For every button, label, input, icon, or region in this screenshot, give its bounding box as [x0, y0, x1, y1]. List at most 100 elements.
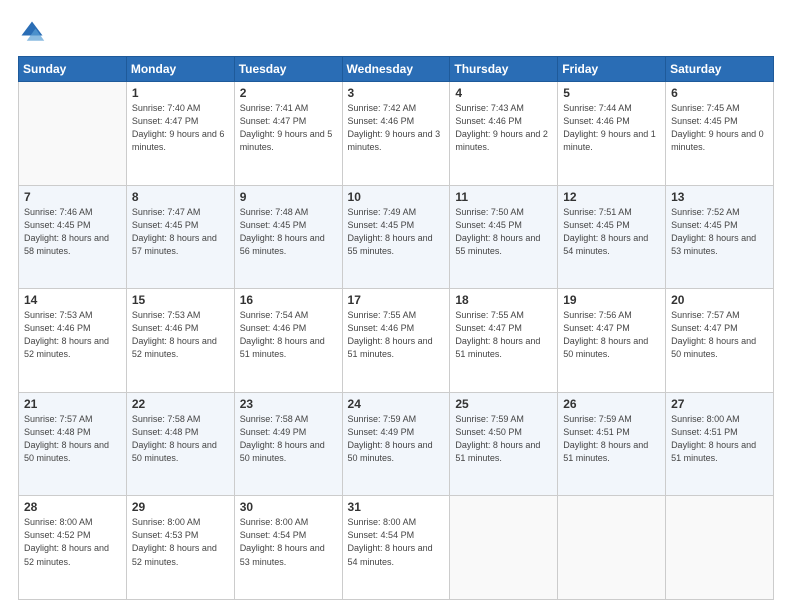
- day-number: 14: [24, 293, 121, 307]
- day-info: Sunrise: 8:00 AMSunset: 4:51 PMDaylight:…: [671, 413, 768, 465]
- day-info: Sunrise: 7:57 AMSunset: 4:47 PMDaylight:…: [671, 309, 768, 361]
- day-info: Sunrise: 7:43 AMSunset: 4:46 PMDaylight:…: [455, 102, 552, 154]
- calendar: SundayMondayTuesdayWednesdayThursdayFrid…: [18, 56, 774, 600]
- calendar-cell: 3 Sunrise: 7:42 AMSunset: 4:46 PMDaylight…: [342, 82, 450, 186]
- calendar-cell: 19 Sunrise: 7:56 AMSunset: 4:47 PMDayligh…: [558, 289, 666, 393]
- day-info: Sunrise: 7:59 AMSunset: 4:51 PMDaylight:…: [563, 413, 660, 465]
- day-number: 13: [671, 190, 768, 204]
- calendar-cell: 25 Sunrise: 7:59 AMSunset: 4:50 PMDayligh…: [450, 392, 558, 496]
- calendar-cell: 29Sunrise: 8:00 AMSunset: 4:53 PMDayligh…: [126, 496, 234, 600]
- calendar-cell: [450, 496, 558, 600]
- day-info: Sunrise: 7:49 AMSunset: 4:45 PMDaylight:…: [348, 206, 445, 258]
- calendar-header-monday: Monday: [126, 57, 234, 82]
- day-info: Sunrise: 7:47 AMSunset: 4:45 PMDaylight:…: [132, 206, 229, 258]
- calendar-cell: 10 Sunrise: 7:49 AMSunset: 4:45 PMDayligh…: [342, 185, 450, 289]
- calendar-cell: 14 Sunrise: 7:53 AMSunset: 4:46 PMDayligh…: [19, 289, 127, 393]
- calendar-cell: 22 Sunrise: 7:58 AMSunset: 4:48 PMDayligh…: [126, 392, 234, 496]
- calendar-cell: 6 Sunrise: 7:45 AMSunset: 4:45 PMDaylight…: [666, 82, 774, 186]
- day-number: 10: [348, 190, 445, 204]
- calendar-cell: 13 Sunrise: 7:52 AMSunset: 4:45 PMDayligh…: [666, 185, 774, 289]
- day-info: Sunrise: 7:55 AMSunset: 4:47 PMDaylight:…: [455, 309, 552, 361]
- day-info: Sunrise: 7:55 AMSunset: 4:46 PMDaylight:…: [348, 309, 445, 361]
- day-info: Sunrise: 8:00 AMSunset: 4:52 PMDaylight:…: [24, 516, 121, 568]
- day-info: Sunrise: 7:48 AMSunset: 4:45 PMDaylight:…: [240, 206, 337, 258]
- day-info: Sunrise: 7:45 AMSunset: 4:45 PMDaylight:…: [671, 102, 768, 154]
- day-number: 3: [348, 86, 445, 100]
- calendar-cell: 24 Sunrise: 7:59 AMSunset: 4:49 PMDayligh…: [342, 392, 450, 496]
- calendar-header-friday: Friday: [558, 57, 666, 82]
- day-info: Sunrise: 7:58 AMSunset: 4:48 PMDaylight:…: [132, 413, 229, 465]
- calendar-cell: 8Sunrise: 7:47 AMSunset: 4:45 PMDaylight…: [126, 185, 234, 289]
- day-number: 4: [455, 86, 552, 100]
- calendar-cell: 20 Sunrise: 7:57 AMSunset: 4:47 PMDayligh…: [666, 289, 774, 393]
- header: [18, 18, 774, 46]
- calendar-cell: 17 Sunrise: 7:55 AMSunset: 4:46 PMDayligh…: [342, 289, 450, 393]
- page: SundayMondayTuesdayWednesdayThursdayFrid…: [0, 0, 792, 612]
- day-number: 2: [240, 86, 337, 100]
- day-number: 16: [240, 293, 337, 307]
- day-info: Sunrise: 7:46 AMSunset: 4:45 PMDaylight:…: [24, 206, 121, 258]
- day-number: 28: [24, 500, 121, 514]
- day-number: 23: [240, 397, 337, 411]
- logo-icon: [18, 18, 46, 46]
- day-info: Sunrise: 7:52 AMSunset: 4:45 PMDaylight:…: [671, 206, 768, 258]
- day-number: 30: [240, 500, 337, 514]
- day-info: Sunrise: 7:59 AMSunset: 4:50 PMDaylight:…: [455, 413, 552, 465]
- calendar-cell: 2Sunrise: 7:41 AMSunset: 4:47 PMDaylight…: [234, 82, 342, 186]
- calendar-cell: 27Sunrise: 8:00 AMSunset: 4:51 PMDayligh…: [666, 392, 774, 496]
- day-number: 15: [132, 293, 229, 307]
- calendar-cell: 30 Sunrise: 8:00 AMSunset: 4:54 PMDayligh…: [234, 496, 342, 600]
- logo: [18, 18, 50, 46]
- calendar-cell: 12 Sunrise: 7:51 AMSunset: 4:45 PMDayligh…: [558, 185, 666, 289]
- calendar-header-wednesday: Wednesday: [342, 57, 450, 82]
- day-number: 31: [348, 500, 445, 514]
- day-info: Sunrise: 7:44 AMSunset: 4:46 PMDaylight:…: [563, 102, 660, 154]
- day-number: 1: [132, 86, 229, 100]
- calendar-cell: [558, 496, 666, 600]
- day-number: 18: [455, 293, 552, 307]
- day-info: Sunrise: 7:54 AMSunset: 4:46 PMDaylight:…: [240, 309, 337, 361]
- calendar-cell: 31 Sunrise: 8:00 AMSunset: 4:54 PMDayligh…: [342, 496, 450, 600]
- calendar-cell: 4 Sunrise: 7:43 AMSunset: 4:46 PMDaylight…: [450, 82, 558, 186]
- calendar-cell: 15 Sunrise: 7:53 AMSunset: 4:46 PMDayligh…: [126, 289, 234, 393]
- calendar-cell: 28 Sunrise: 8:00 AMSunset: 4:52 PMDayligh…: [19, 496, 127, 600]
- day-info: Sunrise: 7:42 AMSunset: 4:46 PMDaylight:…: [348, 102, 445, 154]
- day-info: Sunrise: 8:00 AMSunset: 4:54 PMDaylight:…: [240, 516, 337, 568]
- day-number: 12: [563, 190, 660, 204]
- calendar-cell: 21 Sunrise: 7:57 AMSunset: 4:48 PMDayligh…: [19, 392, 127, 496]
- day-number: 20: [671, 293, 768, 307]
- calendar-cell: 5 Sunrise: 7:44 AMSunset: 4:46 PMDaylight…: [558, 82, 666, 186]
- calendar-header-thursday: Thursday: [450, 57, 558, 82]
- day-info: Sunrise: 7:53 AMSunset: 4:46 PMDaylight:…: [24, 309, 121, 361]
- day-number: 24: [348, 397, 445, 411]
- day-info: Sunrise: 7:56 AMSunset: 4:47 PMDaylight:…: [563, 309, 660, 361]
- day-info: Sunrise: 7:53 AMSunset: 4:46 PMDaylight:…: [132, 309, 229, 361]
- calendar-header-saturday: Saturday: [666, 57, 774, 82]
- calendar-cell: 26 Sunrise: 7:59 AMSunset: 4:51 PMDayligh…: [558, 392, 666, 496]
- calendar-cell: 11Sunrise: 7:50 AMSunset: 4:45 PMDayligh…: [450, 185, 558, 289]
- day-info: Sunrise: 7:57 AMSunset: 4:48 PMDaylight:…: [24, 413, 121, 465]
- day-info: Sunrise: 7:40 AMSunset: 4:47 PMDaylight:…: [132, 102, 229, 154]
- day-info: Sunrise: 8:00 AMSunset: 4:54 PMDaylight:…: [348, 516, 445, 568]
- day-number: 22: [132, 397, 229, 411]
- calendar-cell: 1 Sunrise: 7:40 AMSunset: 4:47 PMDaylight…: [126, 82, 234, 186]
- day-number: 21: [24, 397, 121, 411]
- calendar-header-sunday: Sunday: [19, 57, 127, 82]
- calendar-cell: 7Sunrise: 7:46 AMSunset: 4:45 PMDaylight…: [19, 185, 127, 289]
- day-info: Sunrise: 7:51 AMSunset: 4:45 PMDaylight:…: [563, 206, 660, 258]
- day-number: 9: [240, 190, 337, 204]
- day-info: Sunrise: 8:00 AMSunset: 4:53 PMDaylight:…: [132, 516, 229, 568]
- calendar-cell: 23Sunrise: 7:58 AMSunset: 4:49 PMDayligh…: [234, 392, 342, 496]
- day-number: 19: [563, 293, 660, 307]
- calendar-cell: [666, 496, 774, 600]
- calendar-cell: [19, 82, 127, 186]
- day-info: Sunrise: 7:59 AMSunset: 4:49 PMDaylight:…: [348, 413, 445, 465]
- calendar-header-tuesday: Tuesday: [234, 57, 342, 82]
- calendar-cell: 16 Sunrise: 7:54 AMSunset: 4:46 PMDayligh…: [234, 289, 342, 393]
- day-number: 5: [563, 86, 660, 100]
- calendar-cell: 9 Sunrise: 7:48 AMSunset: 4:45 PMDaylight…: [234, 185, 342, 289]
- day-number: 26: [563, 397, 660, 411]
- day-number: 17: [348, 293, 445, 307]
- day-number: 25: [455, 397, 552, 411]
- day-number: 6: [671, 86, 768, 100]
